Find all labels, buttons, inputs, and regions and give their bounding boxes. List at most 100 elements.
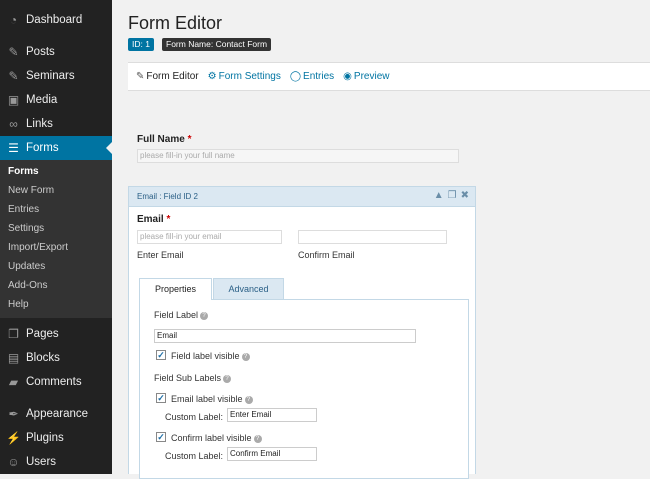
custom-label-caption: Custom Label:: [165, 451, 224, 461]
submenu-forms[interactable]: Forms: [0, 162, 112, 181]
menu-label: Users: [26, 456, 57, 468]
custom-email-label-input[interactable]: Enter Email: [227, 408, 317, 422]
menu-label: Links: [26, 118, 53, 130]
menu-media[interactable]: ▣ Media: [0, 88, 112, 112]
enter-email-sublabel: Enter Email: [137, 250, 184, 260]
main-content: Form Editor ID: 1 Form Name: Contact For…: [112, 0, 650, 479]
email-input[interactable]: please fill-in your email: [137, 230, 282, 244]
dashboard-icon: ◔: [9, 13, 18, 27]
menu-label: Appearance: [26, 408, 89, 420]
form-settings-link[interactable]: ⚙ Form Settings: [208, 71, 281, 82]
appearance-icon: ✒: [8, 407, 19, 421]
blocks-icon: ▤: [7, 351, 20, 365]
sub-labels-title: Field Sub Labels?: [154, 373, 232, 383]
menu-users[interactable]: ☺ Users: [0, 450, 112, 474]
help-icon[interactable]: ?: [253, 434, 262, 443]
eye-icon: ◉: [343, 71, 352, 82]
tab-advanced[interactable]: Advanced: [213, 278, 284, 299]
menu-links[interactable]: ∞ Links: [0, 112, 112, 136]
field-label-input[interactable]: Email: [154, 329, 416, 343]
submenu-entries[interactable]: Entries: [0, 200, 112, 219]
menu-label: Forms: [26, 142, 59, 154]
submenu-updates[interactable]: Updates: [0, 257, 112, 276]
field-label-title: Field Label?: [154, 310, 209, 320]
forms-submenu: Forms New Form Entries Settings Import/E…: [0, 160, 112, 318]
menu-plugins[interactable]: ⚡ Plugins: [0, 426, 112, 450]
email-label-visible-checkbox[interactable]: ✓: [156, 393, 166, 403]
email-label-text: Email: [137, 214, 164, 225]
edit-icon: ✎: [136, 71, 145, 82]
menu-label: Blocks: [26, 352, 60, 364]
full-name-label-text: Full Name: [137, 134, 185, 145]
link-icon: ∞: [9, 117, 18, 131]
custom-confirm-label-input[interactable]: Confirm Email: [227, 447, 317, 461]
entries-label: Entries: [303, 71, 335, 82]
full-name-label: Full Name *: [137, 134, 191, 145]
menu-seminars[interactable]: ✎ Seminars: [0, 64, 112, 88]
tab-properties[interactable]: Properties: [139, 278, 212, 300]
help-icon[interactable]: ?: [244, 395, 253, 404]
menu-dashboard[interactable]: ◔ Dashboard: [0, 8, 112, 32]
confirm-label-visible-checkbox[interactable]: ✓: [156, 432, 166, 442]
menu-forms[interactable]: ☰ Forms: [0, 136, 112, 160]
menu-label: Pages: [26, 328, 59, 340]
collapse-icon[interactable]: ▲: [434, 190, 444, 201]
custom-label-caption: Custom Label:: [165, 412, 224, 422]
required-mark: *: [166, 214, 171, 225]
forms-icon: ☰: [8, 141, 19, 155]
help-icon[interactable]: ?: [223, 374, 232, 383]
required-mark: *: [187, 134, 192, 145]
menu-label: Dashboard: [26, 14, 83, 26]
email-label-visible-text: Email label visible: [171, 394, 243, 404]
preview-label: Preview: [353, 71, 390, 82]
media-icon: ▣: [7, 93, 20, 107]
duplicate-icon[interactable]: ❐: [448, 190, 457, 201]
email-label: Email *: [137, 214, 170, 225]
form-editor-label: Form Editor: [146, 71, 199, 82]
field-actions: ▲ ❐ ✖: [434, 190, 469, 201]
plugins-icon: ⚡: [6, 431, 21, 445]
submenu-settings[interactable]: Settings: [0, 219, 112, 238]
menu-label: Seminars: [26, 70, 75, 82]
menu-label: Posts: [26, 46, 55, 58]
entries-link[interactable]: ◯ Entries: [290, 71, 334, 82]
pages-icon: ❐: [8, 327, 19, 341]
menu-pages[interactable]: ❐ Pages: [0, 322, 112, 346]
users-icon: ☺: [7, 455, 20, 469]
submenu-import-export[interactable]: Import/Export: [0, 238, 112, 257]
confirm-label-visible-text: Confirm label visible: [171, 433, 252, 443]
email-field-header[interactable]: Email : Field ID 2 ▲ ❐ ✖: [129, 187, 475, 207]
field-label-visible-text: Field label visible: [171, 351, 240, 361]
form-name-badge: Form Name: Contact Form: [162, 38, 272, 51]
submenu-help[interactable]: Help: [0, 295, 112, 314]
menu-label: Media: [26, 94, 58, 106]
page-title: Form Editor: [128, 13, 223, 33]
form-id-badge: ID: 1: [128, 38, 154, 51]
menu-blocks[interactable]: ▤ Blocks: [0, 346, 112, 370]
close-icon[interactable]: ✖: [461, 190, 469, 201]
menu-appearance[interactable]: ✒ Appearance: [0, 402, 112, 426]
email-field-editor[interactable]: Email : Field ID 2 ▲ ❐ ✖ Email * please …: [128, 186, 476, 479]
field-label-visible-checkbox[interactable]: ✓: [156, 350, 166, 360]
gears-icon: ⚙: [207, 71, 217, 82]
submenu-add-ons[interactable]: Add-Ons: [0, 276, 112, 295]
form-settings-label: Form Settings: [218, 71, 281, 82]
submenu-new-form[interactable]: New Form: [0, 181, 112, 200]
form-editor-link[interactable]: ✎ Form Editor: [136, 71, 199, 82]
field-label-visible-label: Field label visible?: [171, 351, 250, 361]
preview-link[interactable]: ◉ Preview: [343, 71, 389, 82]
help-icon[interactable]: ?: [241, 352, 250, 361]
email-field-header-title: Email : Field ID 2: [137, 192, 198, 201]
comments-icon: ▰: [8, 375, 19, 389]
help-icon[interactable]: ?: [200, 311, 209, 320]
email-label-visible-label: Email label visible?: [171, 394, 253, 404]
pin-icon: ✎: [8, 45, 19, 59]
comment-icon: ◯: [289, 71, 302, 82]
field-label-title-text: Field Label: [154, 310, 199, 320]
menu-comments[interactable]: ▰ Comments: [0, 370, 112, 394]
menu-posts[interactable]: ✎ Posts: [0, 40, 112, 64]
menu-label: Comments: [26, 376, 82, 388]
sub-labels-title-text: Field Sub Labels: [154, 373, 222, 383]
confirm-email-input[interactable]: [298, 230, 447, 244]
full-name-input[interactable]: please fill-in your full name: [137, 149, 459, 163]
